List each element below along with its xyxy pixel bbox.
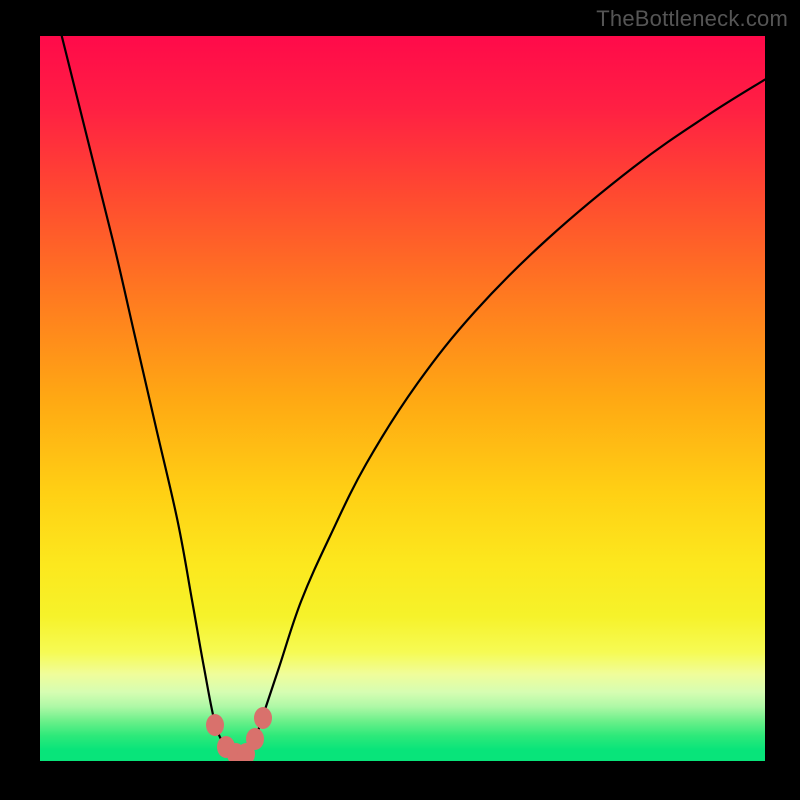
watermark-text: TheBottleneck.com (596, 6, 788, 32)
plot-area (40, 36, 765, 761)
data-marker (254, 707, 272, 729)
app-root: TheBottleneck.com (0, 0, 800, 800)
data-marker (246, 728, 264, 750)
data-marker (206, 714, 224, 736)
marker-layer (40, 36, 765, 761)
